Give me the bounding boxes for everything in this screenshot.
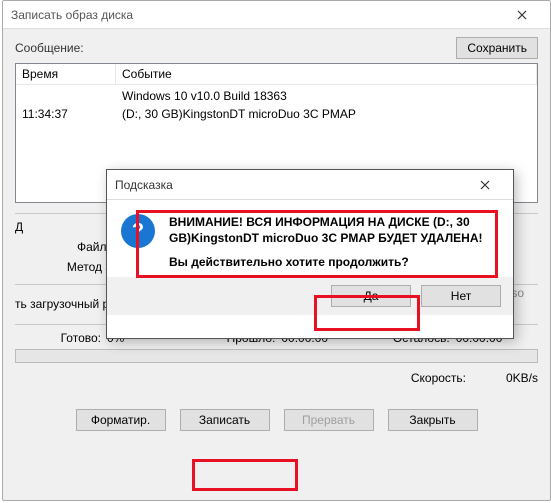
question-icon: ? (121, 214, 155, 248)
close-icon[interactable] (465, 171, 505, 199)
dialog-message: ВНИМАНИЕ! ВСЯ ИНФОРМАЦИЯ НА ДИСКЕ (D:, 3… (169, 214, 499, 271)
message-label: Сообщение: (15, 41, 100, 55)
ready-label: Готово: (15, 331, 107, 345)
close-icon[interactable] (502, 1, 542, 29)
window-title: Записать образ диска (11, 8, 502, 22)
save-button[interactable]: Сохранить (456, 37, 538, 59)
button-bar: Форматир. Записать Прервать Закрыть (3, 403, 550, 439)
confirm-dialog: Подсказка ? ВНИМАНИЕ! ВСЯ ИНФОРМАЦИЯ НА … (106, 169, 514, 339)
dialog-title: Подсказка (115, 178, 465, 192)
close-button[interactable]: Закрыть (388, 409, 478, 431)
yes-button[interactable]: Да (331, 285, 411, 307)
format-button[interactable]: Форматир. (76, 409, 166, 431)
col-header-event[interactable]: Событие (116, 64, 537, 84)
speed-value: 0KB/s (478, 371, 538, 385)
speed-label: Скорость: (411, 371, 466, 385)
main-titlebar[interactable]: Записать образ диска (3, 1, 550, 29)
col-header-time[interactable]: Время (16, 64, 116, 84)
log-row: Windows 10 v10.0 Build 18363 (16, 87, 537, 105)
write-button[interactable]: Записать (180, 409, 270, 431)
no-button[interactable]: Нет (421, 285, 501, 307)
drive-label-fragment: Д (15, 220, 75, 234)
abort-button: Прервать (284, 409, 374, 431)
dialog-titlebar[interactable]: Подсказка (107, 170, 513, 200)
progress-bar (15, 349, 538, 363)
log-row: 11:34:37 (D:, 30 GB)KingstonDT microDuo … (16, 105, 537, 123)
